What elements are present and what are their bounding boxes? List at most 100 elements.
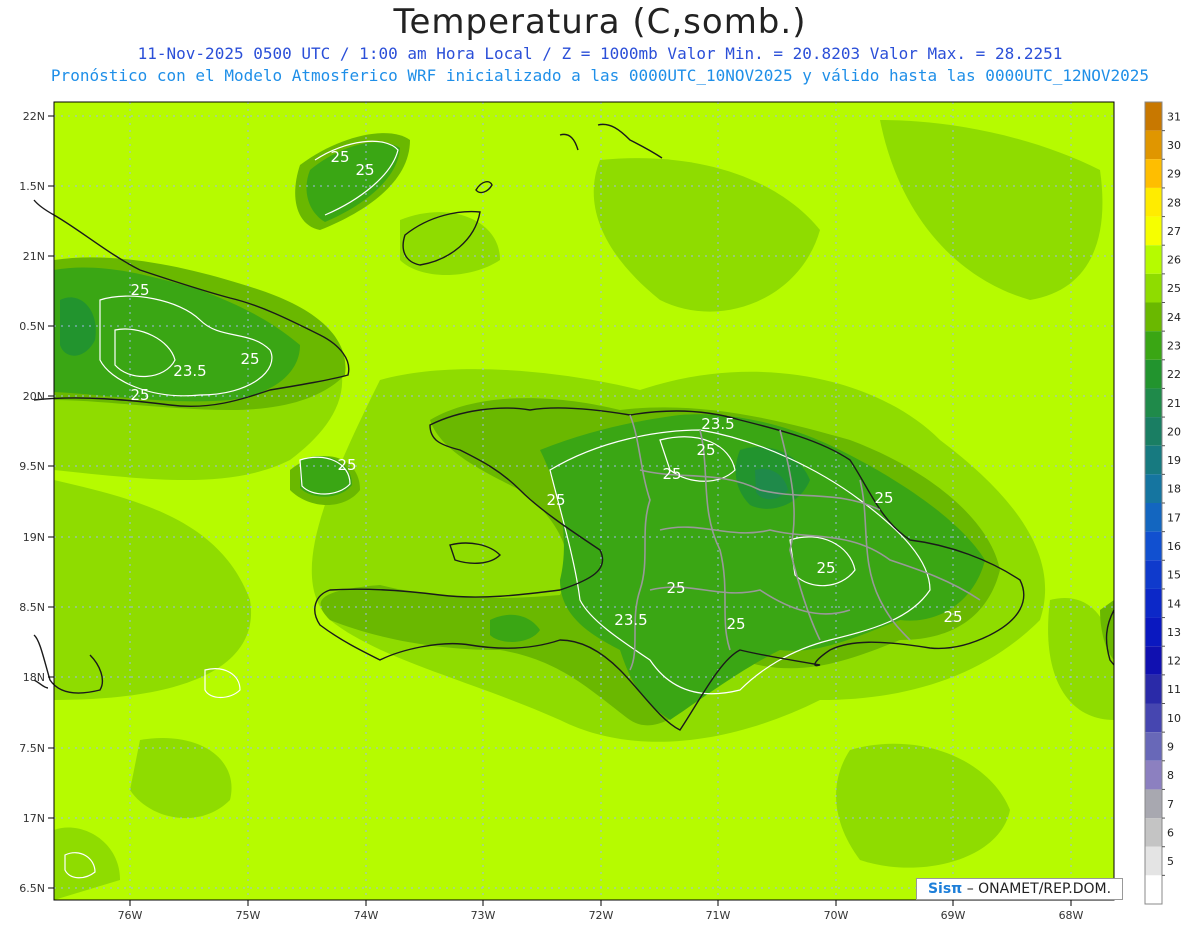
colorbar-label: 12 <box>1167 655 1181 668</box>
contour-label: 25 <box>666 579 685 597</box>
contour-label: 25 <box>726 615 745 633</box>
colorbar-label: 17 <box>1167 511 1181 524</box>
contour-label: 25 <box>355 161 374 179</box>
colorbar-label: 26 <box>1167 254 1181 267</box>
contour-label: 23.5 <box>701 415 734 433</box>
colorbar-label: 10 <box>1167 712 1181 725</box>
credit-text: – ONAMET/REP.DOM. <box>966 881 1112 897</box>
latitude-axis: 22N 1.5N 21N 0.5N 20N 9.5N 19N 8.5N 18N 7.5N 17N 6.… <box>19 110 54 895</box>
colorbar-swatch <box>1145 417 1162 446</box>
colorbar-label: 9 <box>1167 740 1174 753</box>
colorbar-label: 16 <box>1167 540 1181 553</box>
lat-label: 17N <box>23 812 45 825</box>
colorbar-swatch <box>1145 388 1162 418</box>
colorbar-swatch <box>1145 302 1162 332</box>
colorbar-label: 19 <box>1167 454 1181 467</box>
lon-label: 71W <box>706 909 731 922</box>
lat-label: 22N <box>23 110 45 123</box>
contour-label: 25 <box>337 456 356 474</box>
colorbar-label: 27 <box>1167 225 1181 238</box>
temperature-colorbar: 31 30 29 28 27 26 25 24 23 22 21 20 19 18 17 16 15 14 13 12… <box>1144 101 1181 905</box>
colorbar-label: 22 <box>1167 368 1181 381</box>
contour-label: 25 <box>874 489 893 507</box>
colorbar-label: 7 <box>1167 798 1174 811</box>
colorbar-swatch <box>1145 245 1162 274</box>
colorbar-swatch <box>1145 789 1162 819</box>
lon-label: 73W <box>471 909 496 922</box>
colorbar-swatch <box>1145 732 1162 761</box>
colorbar-swatch <box>1145 531 1162 561</box>
lon-label: 69W <box>941 909 966 922</box>
contour-label: 25 <box>330 148 349 166</box>
colorbar-swatch <box>1145 187 1162 217</box>
colorbar-swatch <box>1145 875 1162 904</box>
colorbar-swatch <box>1145 331 1162 360</box>
colorbar-swatch <box>1145 818 1162 847</box>
lat-label: 18N <box>23 671 45 684</box>
colorbar-label: 20 <box>1167 425 1181 438</box>
lat-label: 7.5N <box>19 742 45 755</box>
colorbar-swatch <box>1145 588 1162 618</box>
colorbar-label: 25 <box>1167 282 1181 295</box>
colorbar-swatch <box>1145 130 1162 160</box>
contour-label: 25 <box>696 441 715 459</box>
colorbar-label: 6 <box>1167 826 1174 839</box>
contour-label: 25 <box>546 491 565 509</box>
lon-label: 72W <box>589 909 614 922</box>
colorbar-swatch <box>1145 617 1162 647</box>
colorbar-label: 21 <box>1167 397 1181 410</box>
colorbar-label: 11 <box>1167 683 1181 696</box>
contour-label: 25 <box>240 350 259 368</box>
lon-label: 68W <box>1059 909 1084 922</box>
contour-label: 25 <box>816 559 835 577</box>
lat-label: 19N <box>23 531 45 544</box>
colorbar-swatch <box>1145 359 1162 389</box>
colorbar-swatch <box>1145 646 1162 675</box>
colorbar-swatch <box>1145 674 1162 704</box>
colorbar-swatch <box>1145 560 1162 589</box>
lat-label: 9.5N <box>19 460 45 473</box>
sispi-logo: Sisπ <box>927 881 963 897</box>
lat-label: 6.5N <box>19 882 45 895</box>
colorbar-swatch <box>1145 159 1162 188</box>
contour-label: 25 <box>943 608 962 626</box>
longitude-axis: 76W 75W 74W 73W 72W 71W 70W 69W 68W <box>118 900 1084 922</box>
colorbar-swatch <box>1145 846 1162 876</box>
lat-label: 0.5N <box>19 320 45 333</box>
lon-label: 70W <box>824 909 849 922</box>
colorbar-swatch <box>1145 703 1162 733</box>
colorbar-swatch <box>1145 216 1162 246</box>
colorbar-label: 29 <box>1167 168 1181 181</box>
colorbar-label: 14 <box>1167 597 1181 610</box>
lat-label: 1.5N <box>19 180 45 193</box>
colorbar-swatch <box>1145 445 1162 475</box>
colorbar-label: 24 <box>1167 311 1181 324</box>
colorbar-swatch <box>1145 760 1162 790</box>
lon-label: 74W <box>354 909 379 922</box>
colorbar-label: 23 <box>1167 339 1181 352</box>
colorbar-label: 5 <box>1167 855 1174 868</box>
temperature-map: 22N 1.5N 21N 0.5N 20N 9.5N 19N 8.5N 18N 7.5N 17N 6.… <box>19 101 1181 922</box>
lat-label: 8.5N <box>19 601 45 614</box>
colorbar-label: 13 <box>1167 626 1181 639</box>
contour-label: 25 <box>662 465 681 483</box>
colorbar-label: 15 <box>1167 569 1181 582</box>
colorbar-swatch <box>1145 503 1162 532</box>
lat-label: 21N <box>23 250 45 263</box>
credit-box: Sisπ – ONAMET/REP.DOM. <box>916 878 1123 900</box>
colorbar-swatch <box>1145 102 1162 131</box>
colorbar-swatch <box>1145 273 1162 303</box>
lon-label: 76W <box>118 909 143 922</box>
colorbar-label: 31 <box>1167 110 1181 123</box>
colorbar-swatch <box>1145 474 1162 503</box>
contour-label: 23.5 <box>173 362 206 380</box>
lat-label: 20N <box>23 390 45 403</box>
colorbar-label: 30 <box>1167 139 1181 152</box>
colorbar-label: 18 <box>1167 483 1181 496</box>
colorbar-label: 8 <box>1167 769 1174 782</box>
colorbar-label: 28 <box>1167 196 1181 209</box>
contour-label: 23.5 <box>614 611 647 629</box>
lon-label: 75W <box>236 909 261 922</box>
contour-label: 25 <box>130 281 149 299</box>
contour-label: 25 <box>130 386 149 404</box>
